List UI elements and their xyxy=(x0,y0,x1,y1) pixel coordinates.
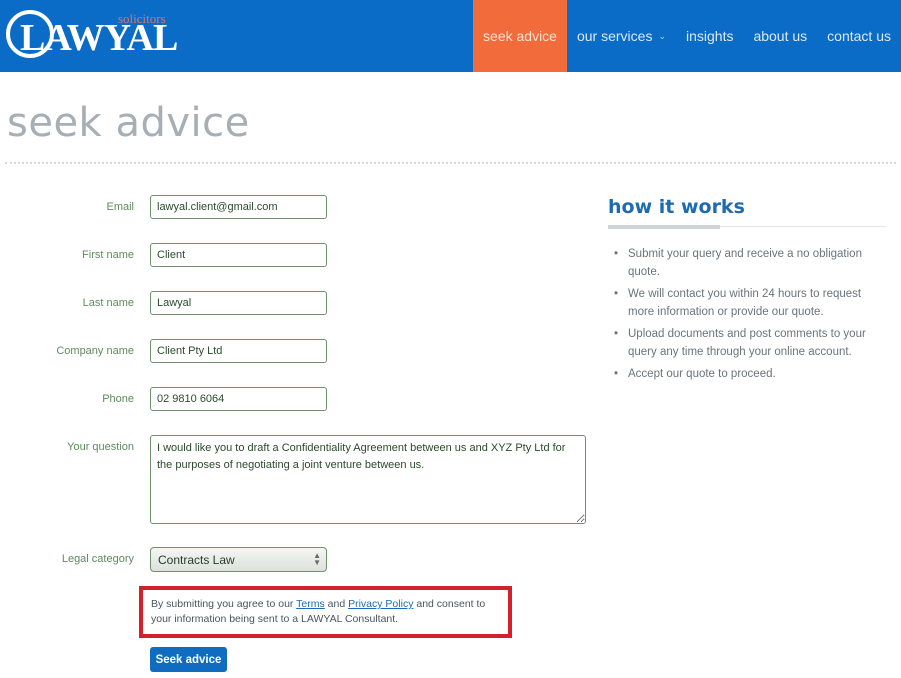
title-divider xyxy=(5,162,896,164)
legal-category-value: Contracts Law xyxy=(158,552,235,567)
list-item: We will contact you within 24 hours to r… xyxy=(614,286,890,321)
company-name-field[interactable] xyxy=(150,339,327,363)
page-title: seek advice xyxy=(7,100,250,146)
list-item: Upload documents and post comments to yo… xyxy=(614,326,890,361)
site-header: LAWYAL solicitors seek advice our servic… xyxy=(0,0,901,72)
phone-field[interactable] xyxy=(150,387,327,411)
seek-advice-button[interactable]: Seek advice xyxy=(150,647,227,672)
list-item: Submit your query and receive a no oblig… xyxy=(614,246,890,281)
how-it-works-title: how it works xyxy=(608,196,745,218)
main-nav: seek advice our services ⌄ insights about… xyxy=(473,0,901,72)
terms-link[interactable]: Terms xyxy=(296,598,325,610)
list-item: Accept our quote to proceed. xyxy=(614,366,890,384)
nav-seek-advice[interactable]: seek advice xyxy=(473,0,567,72)
select-arrows-icon: ▲ ▼ xyxy=(313,551,321,567)
privacy-policy-link[interactable]: Privacy Policy xyxy=(348,598,413,610)
nav-label: contact us xyxy=(827,28,891,44)
nav-our-services[interactable]: our services ⌄ xyxy=(567,0,676,72)
last-name-field[interactable] xyxy=(150,291,327,315)
nav-contact-us[interactable]: contact us xyxy=(817,0,901,72)
legal-category-label: Legal category xyxy=(61,553,134,565)
legal-category-select[interactable]: Contracts Law ▲ ▼ xyxy=(150,547,327,572)
phone-label: Phone xyxy=(102,393,134,405)
consent-notice: By submitting you agree to our Terms and… xyxy=(139,586,512,638)
nav-label: seek advice xyxy=(483,28,557,44)
chevron-down-icon: ⌄ xyxy=(658,30,666,41)
email-field[interactable] xyxy=(150,195,327,219)
nav-label: insights xyxy=(685,28,734,44)
consent-text: and xyxy=(324,598,349,610)
question-label: Your question xyxy=(67,441,134,453)
sidebar-divider-accent xyxy=(608,225,720,229)
nav-label: our services xyxy=(576,28,653,44)
nav-about-us[interactable]: about us xyxy=(743,0,817,72)
nav-label: about us xyxy=(753,28,808,44)
nav-insights[interactable]: insights xyxy=(676,0,743,72)
logo-subtitle: solicitors xyxy=(118,11,166,26)
logo[interactable]: LAWYAL solicitors xyxy=(6,8,178,60)
consent-text: By submitting you agree to our xyxy=(151,598,297,610)
how-it-works-list: Submit your query and receive a no oblig… xyxy=(614,246,890,389)
email-label: Email xyxy=(106,201,134,213)
first-name-label: First name xyxy=(82,249,134,261)
company-name-label: Company name xyxy=(56,345,134,357)
last-name-label: Last name xyxy=(82,297,134,309)
question-textarea[interactable]: I would like you to draft a Confidential… xyxy=(150,435,586,524)
first-name-field[interactable] xyxy=(150,243,327,267)
